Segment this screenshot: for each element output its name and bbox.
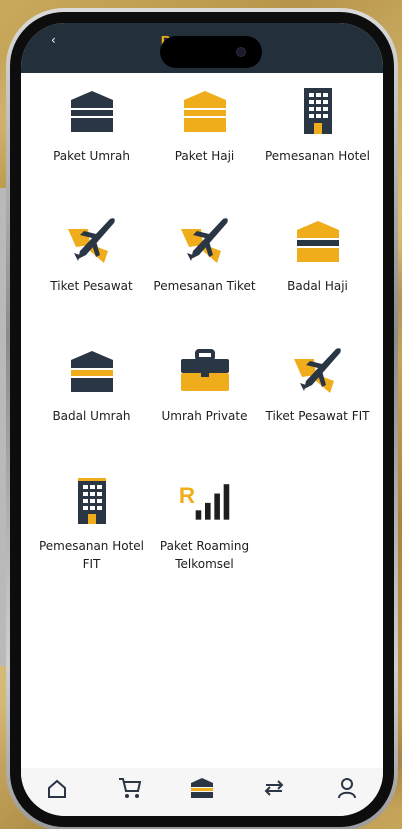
roaming-signal-icon: R (177, 473, 233, 529)
menu-item-label: Pemesanan Tiket (153, 279, 256, 293)
menu-item-label: Badal Umrah (52, 409, 131, 423)
app-screen: ‹ Pesan Baru Paket Umrah (21, 23, 383, 816)
transfer-icon (264, 780, 284, 796)
roaming-letter: R (178, 483, 194, 508)
airplane-icon (177, 213, 233, 269)
menu-item-label: Umrah Private (161, 409, 248, 423)
menu-item-label: Pemesanan Hotel (264, 149, 371, 163)
kaaba-yellow-icon (290, 213, 346, 269)
menu-item-pemesanan-hotel-fit[interactable]: Pemesanan Hotel FIT (35, 473, 148, 577)
nav-profile[interactable] (332, 776, 362, 800)
nav-home[interactable] (42, 776, 72, 800)
cart-icon (118, 778, 141, 798)
menu-item-label: Tiket Pesawat (50, 279, 133, 293)
menu-item-paket-roaming-telkomsel[interactable]: R Paket Roaming Telkomsel (148, 473, 261, 577)
camera-icon (236, 47, 246, 57)
menu-item-pemesanan-hotel[interactable]: Pemesanan Hotel (261, 83, 374, 187)
briefcase-icon (177, 343, 233, 399)
home-icon (48, 779, 67, 798)
kaaba-nav-icon (190, 778, 213, 798)
menu-item-umrah-private[interactable]: Umrah Private (148, 343, 261, 447)
kaaba-yellow-icon (177, 83, 233, 139)
hotel-icon (290, 83, 346, 139)
menu-item-label: Tiket Pesawat FIT (265, 409, 370, 423)
airplane-icon (290, 343, 346, 399)
menu-item-badal-umrah[interactable]: Badal Umrah (35, 343, 148, 447)
menu-item-tiket-pesawat-fit[interactable]: Tiket Pesawat FIT (261, 343, 374, 447)
profile-icon (337, 778, 356, 799)
dynamic-island (160, 36, 262, 68)
menu-grid: Paket Umrah Paket Haji Pemesanan Hotel T… (35, 83, 375, 577)
menu-item-paket-haji[interactable]: Paket Haji (148, 83, 261, 187)
menu-item-label: Paket Umrah (53, 149, 130, 163)
nav-pesan[interactable] (187, 776, 217, 800)
kaaba-dark-icon (64, 83, 120, 139)
nav-cart[interactable] (115, 776, 145, 800)
airplane-icon (64, 213, 120, 269)
phone-bezel: ‹ Pesan Baru Paket Umrah (10, 12, 394, 827)
menu-item-label: Pemesanan Hotel FIT (38, 539, 145, 571)
phone-frame: ‹ Pesan Baru Paket Umrah (6, 8, 398, 829)
menu-item-paket-umrah[interactable]: Paket Umrah (35, 83, 148, 187)
menu-item-label: Paket Haji (174, 149, 235, 163)
menu-item-label: Badal Haji (287, 279, 348, 293)
hotel-icon (64, 473, 120, 529)
menu-item-pemesanan-tiket[interactable]: Pemesanan Tiket (148, 213, 261, 317)
bottom-navigation (21, 768, 383, 816)
menu-item-badal-haji[interactable]: Badal Haji (261, 213, 374, 317)
kaaba-dark-icon (64, 343, 120, 399)
nav-transfer[interactable] (259, 776, 289, 800)
menu-item-tiket-pesawat[interactable]: Tiket Pesawat (35, 213, 148, 317)
menu-item-label: Paket Roaming Telkomsel (159, 539, 250, 571)
